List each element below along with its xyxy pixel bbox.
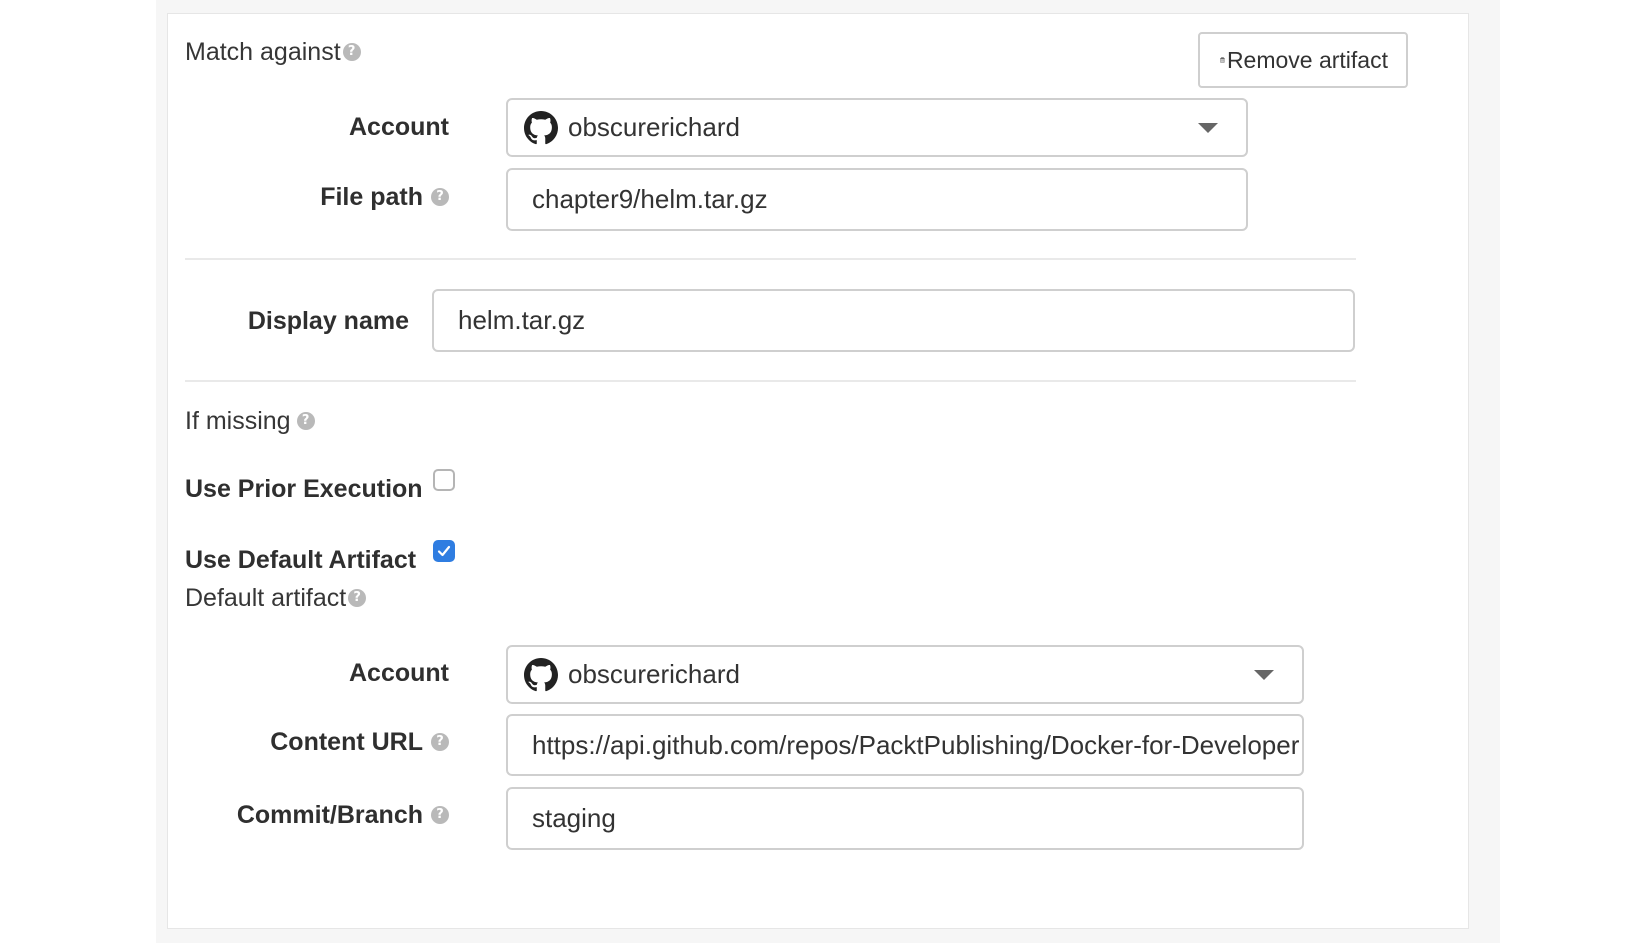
- content-url-label-text: Content URL: [270, 727, 423, 756]
- remove-artifact-label: Remove artifact: [1226, 46, 1388, 73]
- divider: [185, 258, 1356, 260]
- github-icon: [524, 657, 558, 691]
- account-select-value: obscurerichard: [568, 112, 740, 142]
- file-path-label-text: File path: [320, 182, 423, 211]
- default-artifact-title: Default artifact: [185, 583, 347, 612]
- display-name-value: helm.tar.gz: [458, 305, 586, 335]
- use-prior-execution-checkbox[interactable]: [433, 469, 455, 491]
- use-prior-execution-label-text: Use Prior Execution: [185, 474, 423, 503]
- default-account-select-value: obscurerichard: [568, 659, 740, 689]
- match-against-heading: Match against ?: [185, 36, 361, 68]
- divider: [185, 380, 1356, 382]
- content-url-value: https://api.github.com/repos/PacktPublis…: [532, 729, 1300, 760]
- content-url-label: Content URL ?: [200, 725, 449, 759]
- display-name-label-text: Display name: [247, 306, 409, 335]
- checkmark-icon: [437, 545, 451, 557]
- default-artifact-heading: Default artifact ?: [185, 582, 367, 614]
- display-name-input[interactable]: helm.tar.gz: [432, 289, 1355, 352]
- default-account-label: Account: [200, 656, 449, 690]
- help-icon[interactable]: ?: [348, 589, 367, 607]
- default-account-select[interactable]: obscurerichard: [506, 645, 1304, 704]
- use-default-artifact-label-text: Use Default Artifact: [185, 545, 417, 574]
- use-default-artifact-checkbox[interactable]: [433, 540, 455, 562]
- account-select[interactable]: obscurerichard: [506, 98, 1248, 157]
- commit-branch-label: Commit/Branch ?: [200, 798, 449, 832]
- if-missing-heading: If missing ?: [185, 404, 315, 438]
- commit-branch-value: staging: [532, 803, 616, 833]
- account-label: Account: [200, 110, 449, 144]
- if-missing-title: If missing: [185, 406, 291, 435]
- help-icon[interactable]: ?: [431, 733, 449, 751]
- help-icon[interactable]: ?: [431, 188, 449, 206]
- match-against-title: Match against: [185, 37, 341, 66]
- account-label-text: Account: [349, 112, 449, 141]
- commit-branch-input[interactable]: staging: [506, 787, 1304, 850]
- caret-down-icon: [1254, 669, 1274, 680]
- content-url-input[interactable]: https://api.github.com/repos/PacktPublis…: [506, 714, 1304, 776]
- use-prior-execution-label: Use Prior Execution: [185, 472, 423, 506]
- use-default-artifact-label: Use Default Artifact: [185, 543, 416, 577]
- display-name-label: Display name: [200, 304, 409, 338]
- default-account-label-text: Account: [349, 658, 449, 687]
- file-path-input[interactable]: chapter9/helm.tar.gz: [506, 168, 1248, 231]
- help-icon[interactable]: ?: [296, 412, 315, 430]
- help-icon[interactable]: ?: [431, 806, 449, 824]
- file-path-value: chapter9/helm.tar.gz: [532, 184, 768, 214]
- github-icon: [524, 110, 558, 144]
- remove-artifact-button[interactable]: Remove artifact: [1198, 32, 1408, 88]
- commit-branch-label-text: Commit/Branch: [236, 800, 423, 829]
- file-path-label: File path ?: [200, 180, 449, 214]
- caret-down-icon: [1198, 122, 1218, 133]
- help-icon[interactable]: ?: [342, 43, 361, 61]
- trash-icon: [1220, 57, 1225, 63]
